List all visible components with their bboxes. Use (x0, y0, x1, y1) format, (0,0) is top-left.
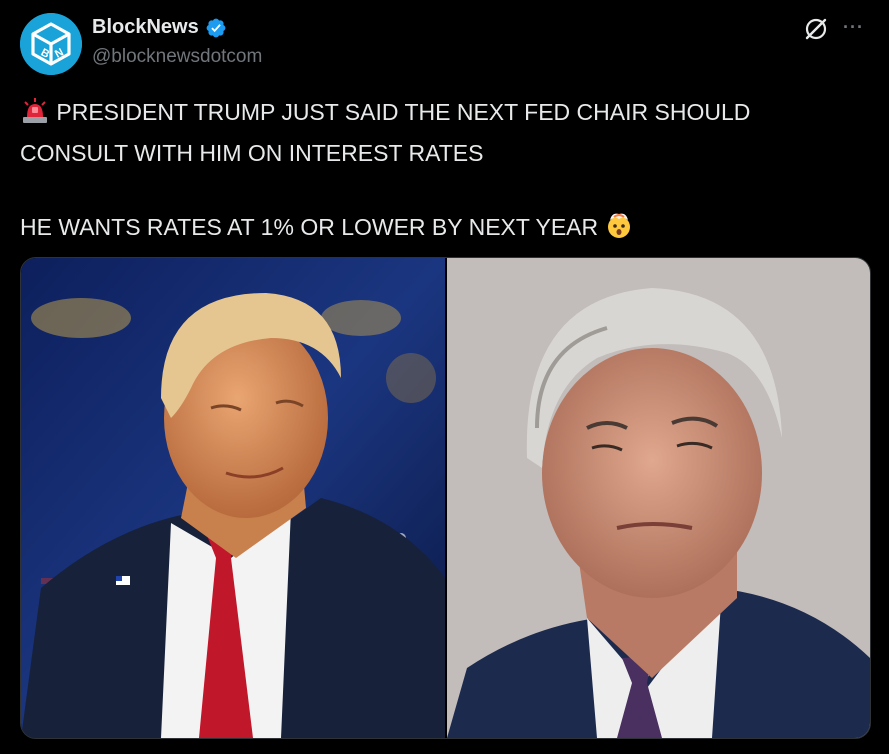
author-handle[interactable]: @blocknewsdotcom (92, 46, 262, 68)
verified-badge-icon (206, 18, 226, 37)
tweet-text-line2: HE WANTS RATES AT 1% OR LOWER BY NEXT YE… (20, 214, 599, 240)
display-name[interactable]: BlockNews (92, 16, 199, 39)
grok-slash-icon[interactable] (803, 16, 829, 42)
tweet-media[interactable] (20, 257, 871, 739)
author-name-row: BlockNews (92, 16, 227, 39)
tweet-text-line1: PRESIDENT TRUMP JUST SAID THE NEXT FED C… (20, 99, 751, 166)
tweet-text: PRESIDENT TRUMP JUST SAID THE NEXT FED C… (20, 94, 840, 250)
photo-powell[interactable] (447, 258, 870, 738)
avatar[interactable]: B N (20, 13, 82, 75)
blocknews-logo-icon: B N (20, 13, 82, 75)
exploding-head-emoji (605, 211, 633, 250)
rotating-light-emoji (20, 98, 50, 135)
photo-trump[interactable] (21, 258, 445, 738)
more-horizontal-icon[interactable]: ··· (843, 17, 864, 38)
